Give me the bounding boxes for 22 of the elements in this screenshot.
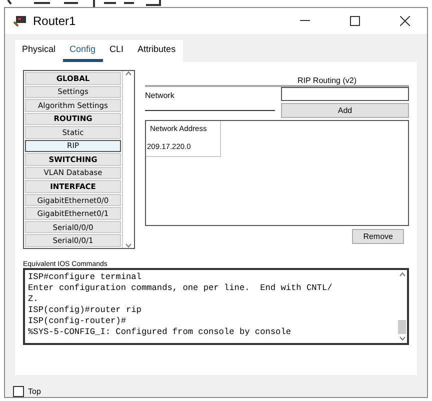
- add-button[interactable]: Add: [281, 103, 409, 118]
- network-input-field[interactable]: [281, 87, 409, 101]
- tab[interactable]: Attributes: [130, 40, 183, 62]
- scroll-up-icon[interactable]: [125, 71, 132, 76]
- top-checkbox[interactable]: [13, 386, 24, 397]
- section-title: RIP Routing (v2): [296, 76, 358, 85]
- console-text: ISP#configure terminal Enter configuration commands, one per line. End with CNTL/ Z. ISP(config)#router rip ISP(config-router)# %SYS-5-CONFIG_I: Configured from console by console: [27, 271, 334, 339]
- maximize-icon: [350, 16, 360, 26]
- scroll-up-icon[interactable]: [398, 272, 406, 277]
- router-icon: [13, 15, 27, 27]
- scroll-thumb[interactable]: [398, 320, 406, 334]
- tab[interactable]: Physical: [15, 40, 63, 62]
- minimize-icon: [300, 20, 310, 22]
- tab[interactable]: Config: [62, 40, 103, 62]
- close-icon: [400, 16, 410, 26]
- scroll-down-icon[interactable]: [398, 336, 406, 341]
- checkbox-label: Top: [28, 387, 41, 396]
- window-title: Router1: [33, 14, 77, 28]
- network-label: Network: [145, 91, 176, 100]
- tab[interactable]: CLI: [102, 40, 131, 62]
- scroll-down-icon[interactable]: [125, 243, 132, 248]
- remove-button[interactable]: Remove: [352, 229, 404, 244]
